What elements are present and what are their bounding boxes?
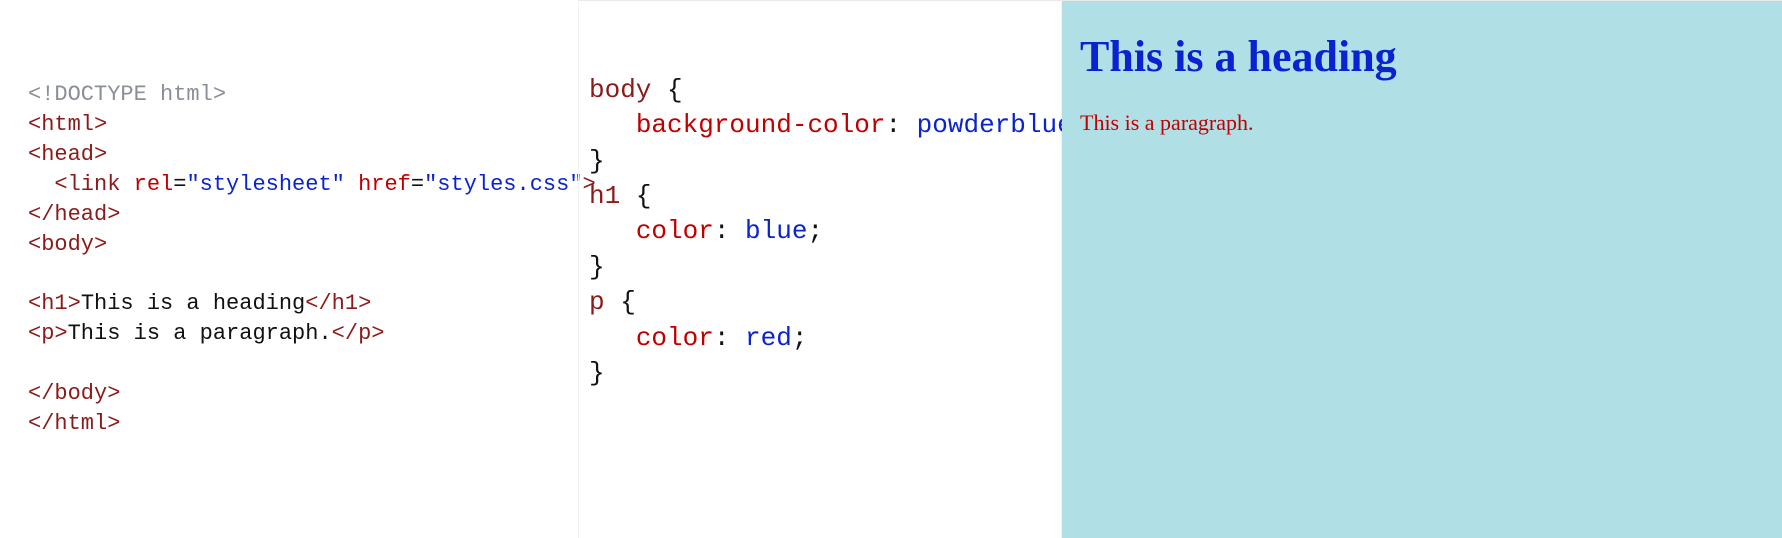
code-token: This is a paragraph. (68, 321, 332, 346)
css-code-panel: body { background-color: powderblue; } h… (578, 0, 1062, 538)
code-token: color (636, 216, 714, 246)
code-token: rel (134, 172, 174, 197)
code-token: <html> (28, 112, 107, 137)
three-panel-layout: <!DOCTYPE html> <html> <head> <link rel=… (0, 0, 1782, 538)
code-token: h1 (589, 181, 620, 211)
code-token: red (745, 323, 792, 353)
code-token: blue (745, 216, 807, 246)
code-token: background-color (636, 110, 886, 140)
code-token: <link (54, 172, 120, 197)
rendered-preview-panel: This is a heading This is a paragraph. (1062, 0, 1782, 538)
code-token: color (636, 323, 714, 353)
code-token: </head> (28, 202, 120, 227)
code-token: This is a heading (81, 291, 305, 316)
code-token: p (589, 287, 605, 317)
code-token: <h1> (28, 291, 81, 316)
code-token: </h1> (305, 291, 371, 316)
code-token: </p> (332, 321, 385, 346)
code-token: href (358, 172, 411, 197)
code-token: <p> (28, 321, 68, 346)
code-token: <body> (28, 232, 107, 257)
code-token: body (589, 75, 651, 105)
code-token: <head> (28, 142, 107, 167)
code-token: <!DOCTYPE html> (28, 82, 226, 107)
html-code-panel: <!DOCTYPE html> <html> <head> <link rel=… (0, 0, 578, 538)
code-token: "stylesheet" (186, 172, 344, 197)
code-token: </body> (28, 381, 120, 406)
preview-heading: This is a heading (1080, 31, 1764, 82)
code-token: powderblue (917, 110, 1073, 140)
code-token: </html> (28, 411, 120, 436)
code-token: "styles.css" (424, 172, 582, 197)
preview-paragraph: This is a paragraph. (1080, 110, 1764, 136)
